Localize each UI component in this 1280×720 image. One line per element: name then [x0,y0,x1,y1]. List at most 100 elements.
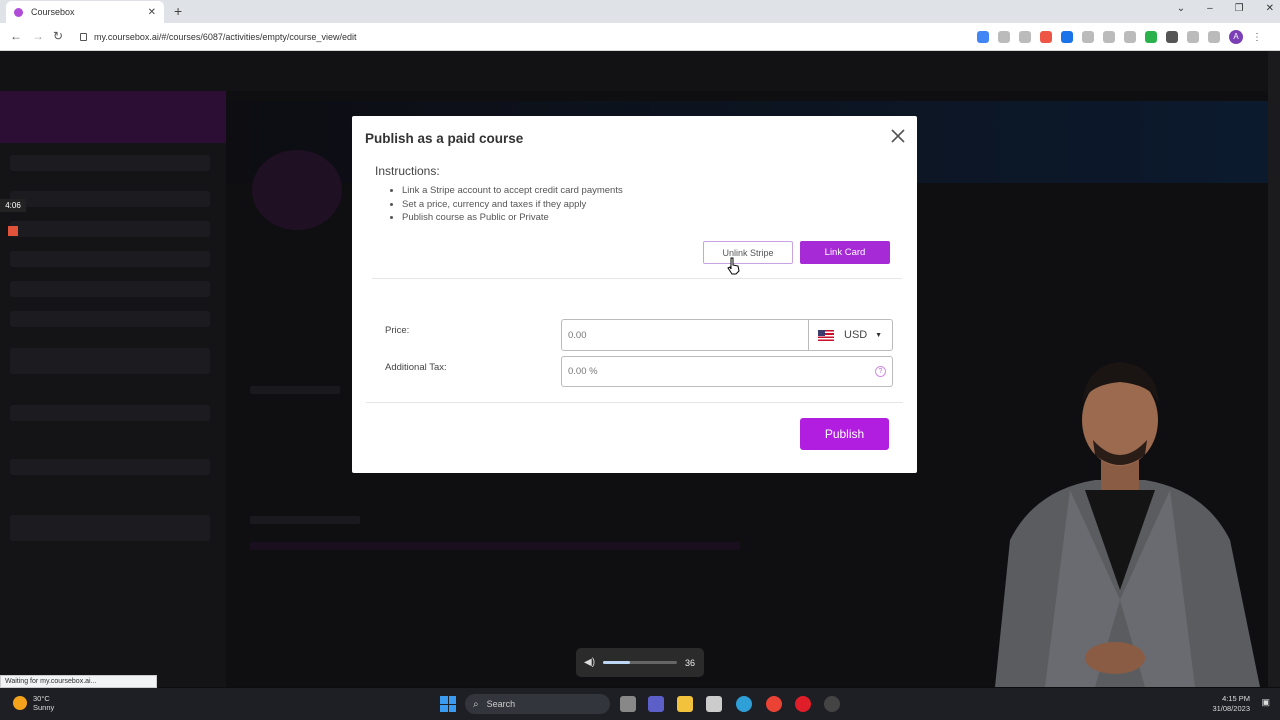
search-label: Search [486,699,516,709]
window-controls: ⌄ – ❐ ✕ [1177,3,1274,14]
forward-icon[interactable]: → [32,29,44,43]
record-stop-icon[interactable] [8,226,18,236]
background-text [250,516,360,524]
additional-tax-label: Additional Tax: [385,362,447,373]
price-label: Price: [385,325,410,336]
currency-select[interactable]: USD ▼ [808,319,893,351]
new-tab-button[interactable]: + [174,3,182,19]
sun-icon [13,696,27,710]
volume-fill [603,661,630,664]
puzzle-icon[interactable] [1166,31,1178,43]
instruction-item: Publish course as Public or Private [402,211,623,225]
calendar-extension-icon[interactable] [1061,31,1073,43]
additional-tax-input[interactable]: 0.00 % ? [561,356,893,387]
google-icon[interactable] [977,31,989,43]
course-thumbnail [252,150,342,230]
search-icon: ⌕ [473,698,479,710]
file-explorer-icon[interactable] [677,696,693,712]
extension-icons: A ⋮ [977,30,1262,44]
browser-status-text: Waiting for my.coursebox.ai... [0,675,157,688]
restore-icon[interactable]: ❐ [1235,3,1244,14]
help-icon[interactable]: ? [875,366,886,377]
download-icon[interactable] [1187,31,1199,43]
coursebox-favicon-icon [14,7,23,17]
background-tags [250,542,740,550]
us-flag-icon [818,329,834,341]
lock-icon [80,33,87,41]
background-text [250,386,340,394]
url-text: my.coursebox.ai/#/courses/6087/activitie… [94,32,357,42]
publish-button[interactable]: Publish [800,418,889,450]
store-icon[interactable] [706,696,722,712]
sidebar-header [0,91,226,143]
teams-icon[interactable] [648,696,664,712]
price-input[interactable]: 0.00 [561,319,809,351]
profile-avatar[interactable]: A [1229,30,1243,44]
currency-value: USD [844,329,868,341]
app-top-strip [0,51,1268,91]
scrollbar[interactable] [1268,51,1280,687]
lens-icon[interactable] [1103,31,1115,43]
browser-tab-bar: Coursebox ✕ + ⌄ – ❐ ✕ [0,0,1280,23]
instruction-item: Set a price, currency and taxes if they … [402,198,623,212]
unlink-stripe-button[interactable]: Unlink Stripe [703,241,793,264]
dropdown-caret-icon: ▼ [875,331,882,339]
share-icon[interactable] [998,31,1010,43]
color-extension-icon[interactable] [1040,31,1052,43]
back-icon[interactable]: ← [10,29,22,43]
presenter-video [995,362,1260,687]
sidebar-item [10,155,210,171]
task-view-icon[interactable] [620,696,636,712]
extension-icon[interactable] [1082,31,1094,43]
close-tab-icon[interactable]: ✕ [148,7,156,18]
notification-icon[interactable]: ▣ [1261,697,1270,708]
volume-level: 36 [685,657,696,668]
reload-icon[interactable]: ↻ [53,29,63,43]
weather-widget[interactable]: 30°C Sunny [13,694,54,712]
weather-temp: 30°C [33,694,50,703]
menu-kebab-icon[interactable]: ⋮ [1252,32,1262,43]
close-icon[interactable] [890,128,906,144]
volume-slider[interactable] [603,661,678,664]
url-field[interactable]: my.coursebox.ai/#/courses/6087/activitie… [80,28,960,46]
edge-icon[interactable] [736,696,752,712]
hand-cursor-icon [727,257,740,275]
sidebar-item [10,191,210,207]
star-icon[interactable] [1019,31,1031,43]
sidebar-item [10,221,210,237]
clock-date: 31/08/2023 [1212,704,1250,713]
sidebar-button [10,515,210,541]
taskbar-search[interactable]: ⌕ Search [465,694,610,714]
divider [366,402,903,403]
sidebar [0,143,226,687]
grammarly-icon[interactable] [1145,31,1157,43]
close-window-icon[interactable]: ✕ [1266,3,1274,14]
chrome-icon[interactable] [766,696,782,712]
instruction-item: Link a Stripe account to accept credit c… [402,184,623,198]
mic-icon[interactable] [1124,31,1136,43]
tax-value: 0.00 % [568,366,598,377]
sidebar-item [10,459,210,475]
address-bar-row: ← → ↻ my.coursebox.ai/#/courses/6087/act… [0,23,1280,51]
windows-start-icon[interactable] [440,696,456,712]
taskbar-clock[interactable]: 4:15 PM 31/08/2023 [1212,694,1250,714]
link-card-button[interactable]: Link Card [800,241,890,264]
minimize-icon[interactable]: – [1207,3,1213,14]
clock-time: 4:15 PM [1222,694,1250,703]
browser-tab[interactable]: Coursebox ✕ [6,1,164,23]
sidepanel-icon[interactable] [1208,31,1220,43]
recording-timer: 4:06 [0,199,26,212]
sidebar-item [10,251,210,267]
price-value: 0.00 [568,329,587,341]
instructions-title: Instructions: [375,164,440,178]
sidebar-item [10,281,210,297]
tab-search-icon[interactable]: ⌄ [1177,3,1185,14]
volume-overlay: ◀) 36 [576,648,704,677]
media-player-icon[interactable] [824,696,840,712]
weather-desc: Sunny [33,703,55,712]
opera-icon[interactable] [795,696,811,712]
windows-taskbar: 30°C Sunny ⌕ Search 4:15 PM 31/08/2023 ▣ [0,688,1280,720]
publish-paid-course-modal: Publish as a paid course Instructions: L… [352,116,917,473]
tab-title: Coursebox [31,7,75,17]
speaker-icon[interactable]: ◀) [584,657,595,668]
